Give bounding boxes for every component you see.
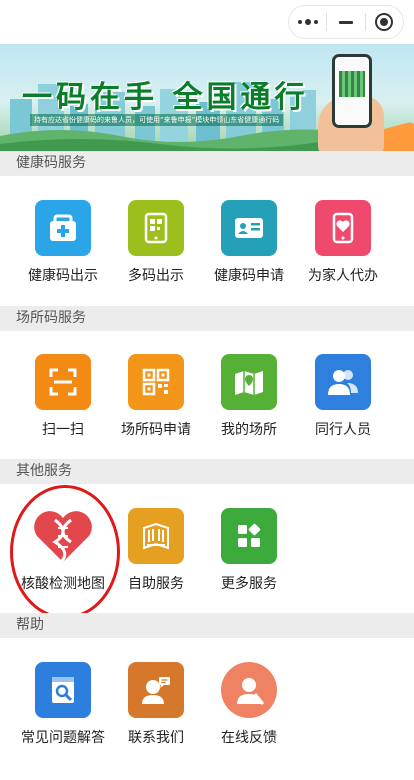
scan-icon xyxy=(35,354,91,410)
service-item-label: 健康码出示 xyxy=(28,268,98,284)
service-item-scan[interactable]: 扫一扫 xyxy=(16,354,110,439)
service-item-more-services[interactable]: 更多服务 xyxy=(202,508,296,593)
service-item-label: 多码出示 xyxy=(128,268,184,284)
map-icon xyxy=(221,354,277,410)
grid-venue-code: 扫一扫 场所码申请 我的场所 同行人员 xyxy=(0,331,414,461)
banner-title: 一码在手 全国通行 xyxy=(22,80,309,115)
service-item-faq[interactable]: 常见问题解答 xyxy=(16,662,110,747)
grid-health-code: 健康码出示 多码出示 健康码申请 为家人代办 xyxy=(0,176,414,306)
section-header-other-services: 其他服务 xyxy=(0,459,414,484)
qr-code-icon xyxy=(128,354,184,410)
service-item-venue-code-apply[interactable]: 场所码申请 xyxy=(109,354,203,439)
building-icon xyxy=(128,508,184,564)
service-item-label: 在线反馈 xyxy=(221,730,277,746)
service-item-label: 我的场所 xyxy=(221,422,277,438)
service-item-label: 常见问题解答 xyxy=(21,730,105,746)
feedback-person-icon xyxy=(221,662,277,718)
service-item-online-feedback[interactable]: 在线反馈 xyxy=(202,662,296,747)
faq-search-icon xyxy=(35,662,91,718)
service-item-contact-us[interactable]: 联系我们 xyxy=(109,662,203,747)
service-item-my-venues[interactable]: 我的场所 xyxy=(202,354,296,439)
service-item-self-service[interactable]: 自助服务 xyxy=(109,508,203,593)
phone-heart-icon xyxy=(315,200,371,256)
service-item-label: 同行人员 xyxy=(315,422,371,438)
grid-icon xyxy=(221,508,277,564)
more-dots-icon xyxy=(297,19,318,25)
service-item-health-code-apply[interactable]: 健康码申请 xyxy=(202,200,296,285)
service-item-label: 自助服务 xyxy=(128,576,184,592)
promo-banner[interactable]: 一码在手 全国通行 持有应达省份健康码的来鲁人员，可使用“来鲁申报”模块申领山东… xyxy=(0,44,414,151)
phone-qr-icon xyxy=(128,200,184,256)
grid-help: 常见问题解答 联系我们 在线反馈 xyxy=(0,638,414,768)
service-item-health-code-show[interactable]: 健康码出示 xyxy=(16,200,110,285)
service-item-label: 为家人代办 xyxy=(308,268,378,284)
service-item-multi-code-show[interactable]: 多码出示 xyxy=(109,200,203,285)
id-card-icon xyxy=(221,200,277,256)
support-agent-icon xyxy=(128,662,184,718)
service-item-label: 联系我们 xyxy=(128,730,184,746)
close-button[interactable] xyxy=(366,6,403,38)
medical-kit-icon xyxy=(35,200,91,256)
service-item-family-proxy[interactable]: 为家人代办 xyxy=(296,200,390,285)
close-target-icon xyxy=(375,13,394,31)
minimize-icon xyxy=(338,20,353,24)
banner-subtitle: 持有应达省份健康码的来鲁人员，可使用“来鲁申报”模块申领山东省健康通行码 xyxy=(30,114,284,126)
service-item-label: 场所码申请 xyxy=(121,422,191,438)
service-item-label: 扫一扫 xyxy=(42,422,84,438)
more-menu-button[interactable] xyxy=(289,6,326,38)
mini-program-capsule xyxy=(288,5,404,39)
people-icon xyxy=(315,354,371,410)
red-circle-annotation xyxy=(10,485,120,619)
section-header-help: 帮助 xyxy=(0,613,414,638)
section-header-health-code: 健康码服务 xyxy=(0,151,414,176)
top-bar xyxy=(0,0,414,44)
banner-phone-illustration xyxy=(332,54,372,128)
minimize-button[interactable] xyxy=(327,6,364,38)
service-item-companions[interactable]: 同行人员 xyxy=(296,354,390,439)
section-header-venue-code: 场所码服务 xyxy=(0,306,414,331)
service-item-label: 健康码申请 xyxy=(214,268,284,284)
service-item-label: 更多服务 xyxy=(221,576,277,592)
